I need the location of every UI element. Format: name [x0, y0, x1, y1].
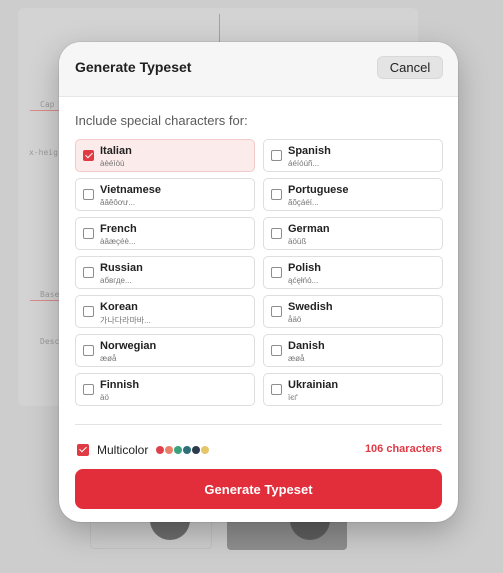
background-guide-label: Desc	[40, 337, 60, 346]
generate-typeset-dialog: Generate Typeset Cancel Include special …	[59, 42, 458, 522]
multicolor-label[interactable]: Multicolor	[97, 443, 148, 457]
color-swatches	[156, 446, 210, 454]
language-checkbox[interactable]	[83, 345, 94, 356]
language-sample-characters: æøå	[288, 354, 305, 363]
language-checkbox[interactable]	[271, 384, 282, 395]
language-sample-characters: ăâêôơư...	[100, 198, 136, 207]
language-name: Swedish	[288, 301, 333, 313]
language-option-french[interactable]: French àâæçéè...	[75, 217, 255, 250]
language-checkbox[interactable]	[83, 306, 94, 317]
language-option-portuguese[interactable]: Portuguese ãõçáéí...	[263, 178, 443, 211]
language-checkbox[interactable]	[271, 306, 282, 317]
language-checkbox[interactable]	[271, 189, 282, 200]
language-name: Finnish	[100, 379, 140, 391]
language-checkbox[interactable]	[271, 150, 282, 161]
language-name: Portuguese	[288, 184, 349, 196]
language-checkbox[interactable]	[83, 228, 94, 239]
language-option-german[interactable]: German äöüß	[263, 217, 443, 250]
background-guide-label: Base	[40, 290, 60, 299]
language-name: Polish	[288, 262, 322, 274]
character-count: 106 characters	[364, 443, 442, 455]
language-option-spanish[interactable]: Spanish áéíóúñ...	[263, 139, 443, 172]
language-option-norwegian[interactable]: Norwegian æøå	[75, 334, 255, 367]
language-name: Korean	[100, 301, 138, 313]
cancel-button[interactable]: Cancel	[377, 56, 443, 79]
language-option-danish[interactable]: Danish æøå	[263, 334, 443, 367]
language-sample-characters: ãõçáéí...	[288, 198, 319, 207]
language-name: Spanish	[288, 145, 331, 157]
language-sample-characters: áéíóúñ...	[288, 159, 320, 168]
background-guide-label: x-heig	[29, 148, 58, 157]
language-checkbox[interactable]	[271, 345, 282, 356]
language-option-polish[interactable]: Polish ąćęłńó...	[263, 256, 443, 289]
section-label: Include special characters for:	[75, 113, 248, 128]
language-checkbox[interactable]	[83, 384, 94, 395]
language-option-italian[interactable]: Italian àèéìòù	[75, 139, 255, 172]
language-name: Ukrainian	[288, 379, 339, 391]
language-sample-characters: åäö	[288, 315, 302, 324]
language-sample-characters: ąćęłńó...	[288, 276, 319, 285]
generate-typeset-button[interactable]: Generate Typeset	[75, 469, 442, 509]
language-option-korean[interactable]: Korean 가나다라마바...	[75, 295, 255, 328]
language-sample-characters: äöüß	[288, 237, 307, 246]
language-checkbox[interactable]	[271, 267, 282, 278]
language-name: Italian	[100, 145, 132, 157]
color-swatch	[192, 446, 200, 454]
background-guide-label: Cap	[40, 100, 55, 109]
language-sample-characters: æøå	[100, 354, 117, 363]
options-row: Multicolor 106 characters	[75, 442, 442, 458]
language-grid: Italian àèéìòù Spanish áéíóúñ... Vietnamese ă…	[75, 139, 443, 406]
language-name: Russian	[100, 262, 143, 274]
color-swatch	[165, 446, 173, 454]
language-option-vietnamese[interactable]: Vietnamese ăâêôơư...	[75, 178, 255, 211]
dialog-header: Generate Typeset Cancel	[59, 42, 458, 97]
language-sample-characters: äö	[100, 393, 109, 402]
language-sample-characters: àèéìòù	[100, 159, 125, 168]
language-name: Vietnamese	[100, 184, 161, 196]
multicolor-checkbox[interactable]	[77, 444, 89, 456]
language-sample-characters: 가나다라마바...	[100, 316, 151, 325]
language-checkbox[interactable]	[83, 150, 94, 161]
color-swatch	[156, 446, 164, 454]
dialog-title: Generate Typeset	[75, 59, 192, 75]
language-checkbox[interactable]	[83, 267, 94, 278]
language-option-russian[interactable]: Russian абвгде...	[75, 256, 255, 289]
language-checkbox[interactable]	[271, 228, 282, 239]
language-option-finnish[interactable]: Finnish äö	[75, 373, 255, 406]
language-name: Norwegian	[100, 340, 157, 352]
language-option-swedish[interactable]: Swedish åäö	[263, 295, 443, 328]
divider	[75, 424, 442, 425]
language-name: French	[100, 223, 137, 235]
language-sample-characters: абвгде...	[100, 276, 132, 285]
color-swatch	[183, 446, 191, 454]
language-option-ukrainian[interactable]: Ukrainian їєґ	[263, 373, 443, 406]
color-swatch	[201, 446, 209, 454]
language-sample-characters: àâæçéè...	[100, 237, 136, 246]
color-swatch	[174, 446, 182, 454]
language-name: Danish	[288, 340, 325, 352]
language-checkbox[interactable]	[83, 189, 94, 200]
language-name: German	[288, 223, 330, 235]
language-sample-characters: їєґ	[288, 393, 298, 402]
